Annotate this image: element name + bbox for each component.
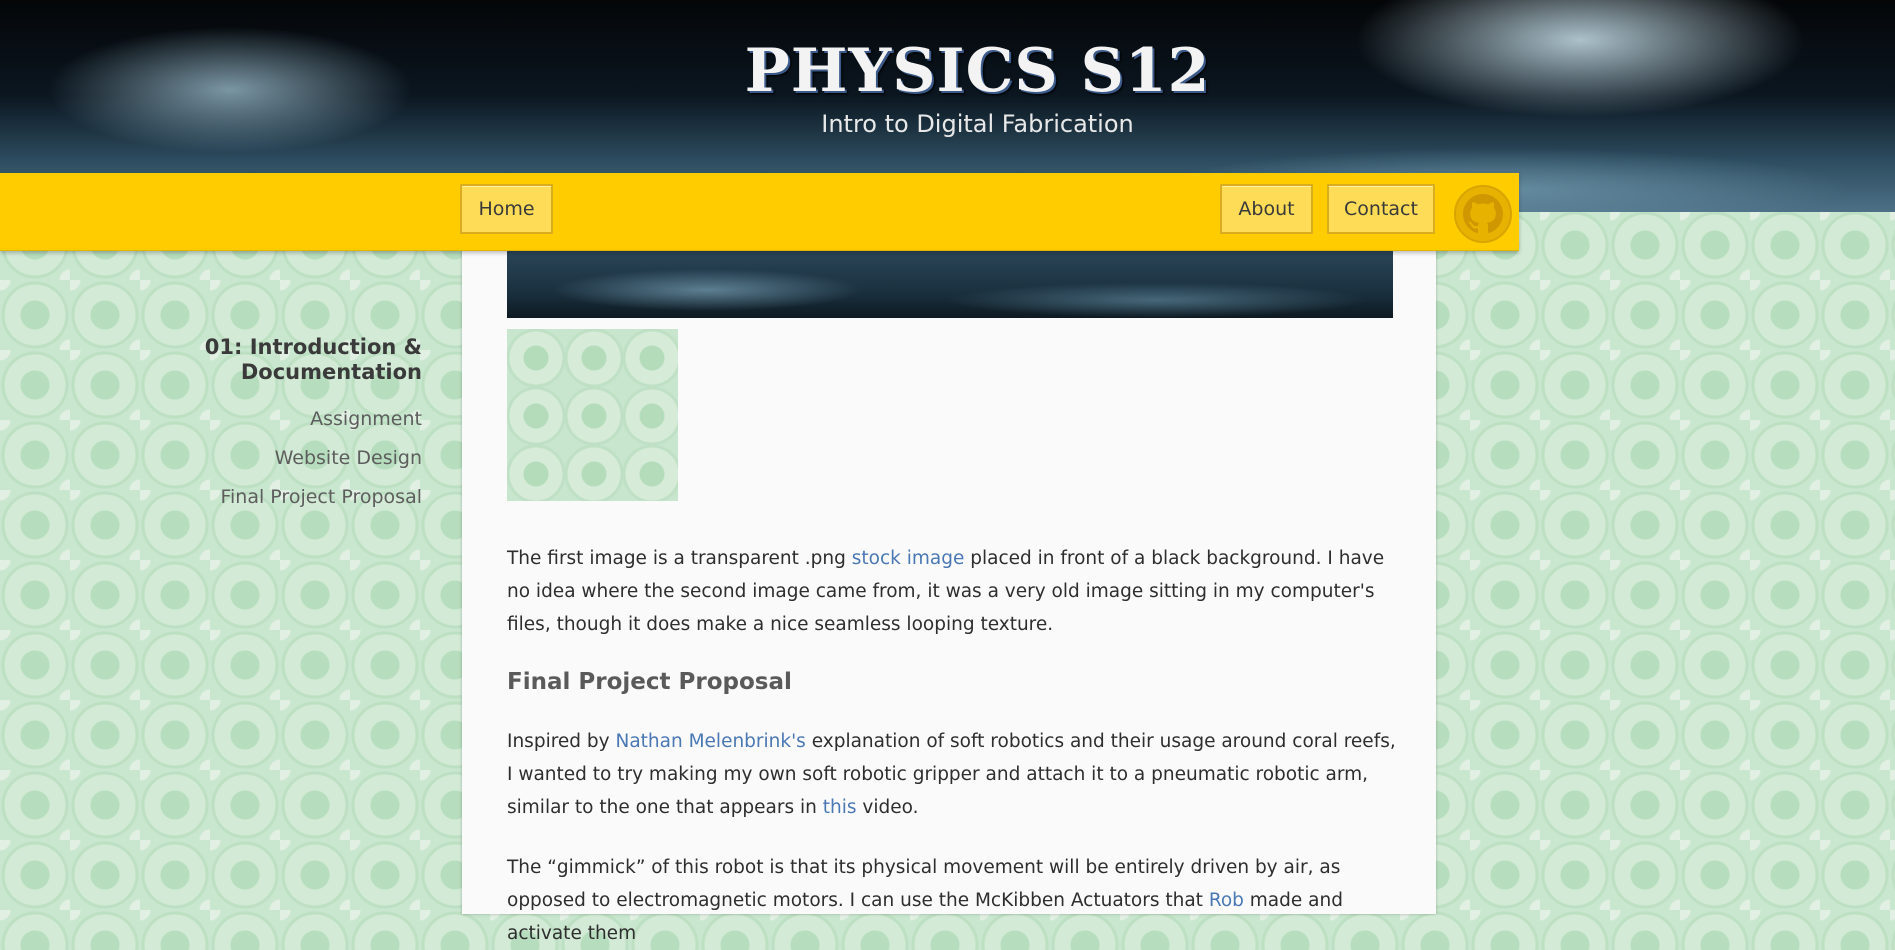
about-button[interactable]: About xyxy=(1220,184,1313,234)
sidebar-heading[interactable]: 01: Introduction & Documentation xyxy=(160,335,422,385)
stock-image-link[interactable]: stock image xyxy=(852,548,965,569)
paragraph-text: Inspired by xyxy=(507,731,616,752)
final-project-heading: Final Project Proposal xyxy=(507,669,792,695)
top-navbar: Home About Contact xyxy=(0,173,1519,251)
paragraph-inspiration: Inspired by Nathan Melenbrink's explanat… xyxy=(507,725,1402,824)
sidebar-item-final-project-proposal[interactable]: Final Project Proposal xyxy=(160,478,422,517)
main-content: The first image is a transparent .png st… xyxy=(462,250,1436,944)
sidebar-item-assignment[interactable]: Assignment xyxy=(160,400,422,439)
site-title: PHYSICS S12 xyxy=(744,36,1211,106)
nathan-melenbrink-link[interactable]: Nathan Melenbrink's xyxy=(615,731,805,752)
github-icon[interactable] xyxy=(1454,185,1512,243)
texture-image xyxy=(507,329,678,501)
sidebar-nav: 01: Introduction & Documentation Assignm… xyxy=(160,335,422,517)
wave-banner-image xyxy=(507,250,1393,318)
paragraph-gimmick: The “gimmick” of this robot is that its … xyxy=(507,851,1402,950)
site-subtitle: Intro to Digital Fabrication xyxy=(821,110,1134,138)
rob-link[interactable]: Rob xyxy=(1209,890,1244,911)
video-link[interactable]: this xyxy=(823,797,857,818)
github-icon-glyph xyxy=(1463,194,1503,234)
paragraph-text: video. xyxy=(856,797,919,818)
contact-button[interactable]: Contact xyxy=(1327,184,1435,234)
paragraph-text: The first image is a transparent .png xyxy=(507,548,852,569)
sidebar-item-website-design[interactable]: Website Design xyxy=(160,439,422,478)
paragraph-images: The first image is a transparent .png st… xyxy=(507,542,1402,641)
home-button[interactable]: Home xyxy=(460,184,553,234)
